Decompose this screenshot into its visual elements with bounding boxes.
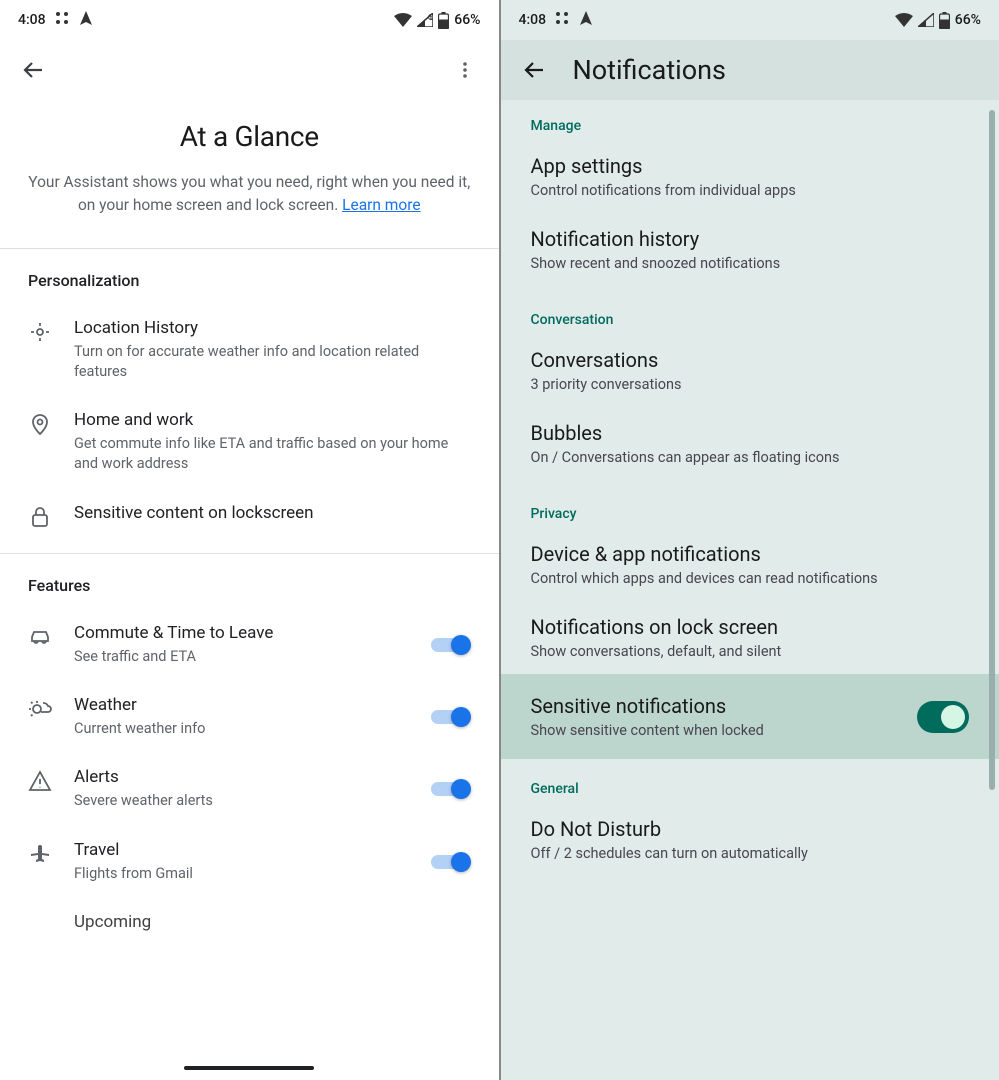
row-sub: Show sensitive content when locked (531, 722, 918, 739)
section-title-features: Features (0, 576, 499, 609)
warning-icon (28, 769, 52, 793)
row-title: Sensitive notifications (531, 694, 918, 718)
row-title: Upcoming (74, 912, 471, 932)
personalization-section: Personalization Location History Turn on… (0, 248, 499, 554)
navigation-icon (78, 10, 94, 30)
category-conversation: Conversation (501, 286, 999, 334)
row-home-and-work[interactable]: Home and work Get commute info like ETA … (0, 396, 499, 489)
back-button[interactable] (14, 50, 54, 90)
sensitive-toggle[interactable] (917, 701, 969, 733)
upcoming-icon (28, 914, 52, 938)
row-title: App settings (531, 154, 970, 178)
row-location-history[interactable]: Location History Turn on for accurate we… (0, 304, 499, 397)
row-sensitive-notif[interactable]: Sensitive notifications Show sensitive c… (501, 674, 999, 759)
row-title: Sensitive content on lockscreen (74, 503, 471, 523)
weather-icon (28, 697, 52, 721)
row-title: Conversations (531, 348, 970, 372)
slack-icon (554, 10, 570, 30)
row-sub: Flights from Gmail (74, 864, 409, 884)
status-time: 4:08 (519, 12, 547, 28)
row-commute[interactable]: Commute & Time to Leave See traffic and … (0, 609, 499, 681)
learn-more-link[interactable]: Learn more (342, 196, 420, 214)
row-title: Travel (74, 840, 409, 860)
row-notification-history[interactable]: Notification history Show recent and sno… (501, 213, 999, 286)
screen-at-a-glance: 4:08 66% At a Glance Your Assistant show… (0, 0, 501, 1080)
category-privacy: Privacy (501, 480, 999, 528)
row-conversations[interactable]: Conversations 3 priority conversations (501, 334, 999, 407)
navigation-icon (578, 10, 594, 30)
row-device-app-notif[interactable]: Device & app notifications Control which… (501, 528, 999, 601)
row-sub: Control notifications from individual ap… (531, 182, 970, 199)
row-title: Device & app notifications (531, 542, 970, 566)
lock-icon (28, 505, 52, 529)
row-app-settings[interactable]: App settings Control notifications from … (501, 140, 999, 213)
row-sensitive-lockscreen[interactable]: Sensitive content on lockscreen (0, 489, 499, 553)
category-manage: Manage (501, 100, 999, 140)
nav-indicator (184, 1066, 314, 1070)
weather-toggle[interactable] (431, 705, 471, 729)
status-battery-pct: 66% (454, 12, 480, 28)
row-title: Notifications on lock screen (531, 615, 970, 639)
section-title-personalization: Personalization (0, 271, 499, 304)
row-sub: Current weather info (74, 719, 409, 739)
row-sub: See traffic and ETA (74, 647, 409, 667)
signal-icon (918, 13, 934, 27)
battery-icon (438, 12, 449, 29)
location-history-icon (28, 320, 52, 344)
commute-toggle[interactable] (431, 633, 471, 657)
row-title: Do Not Disturb (531, 817, 970, 841)
wifi-icon (394, 13, 412, 27)
row-bubbles[interactable]: Bubbles On / Conversations can appear as… (501, 407, 999, 480)
row-sub: Off / 2 schedules can turn on automatica… (531, 845, 970, 862)
page-title: Notifications (573, 54, 726, 86)
category-general: General (501, 759, 999, 803)
row-sub: Get commute info like ETA and traffic ba… (74, 434, 471, 475)
row-sub: Turn on for accurate weather info and lo… (74, 342, 471, 383)
status-bar: 4:08 66% (501, 0, 999, 40)
battery-icon (939, 12, 950, 29)
signal-icon (417, 13, 433, 27)
row-title: Notification history (531, 227, 970, 251)
row-travel[interactable]: Travel Flights from Gmail (0, 826, 499, 898)
row-upcoming[interactable]: Upcoming (0, 898, 499, 952)
page-subtitle: Your Assistant shows you what you need, … (28, 171, 471, 218)
row-title: Bubbles (531, 421, 970, 445)
alerts-toggle[interactable] (431, 777, 471, 801)
row-weather[interactable]: Weather Current weather info (0, 681, 499, 753)
row-title: Location History (74, 318, 471, 338)
plane-icon (28, 842, 52, 866)
row-sub: Control which apps and devices can read … (531, 570, 970, 587)
row-title: Commute & Time to Leave (74, 623, 409, 643)
row-title: Alerts (74, 767, 409, 787)
row-title: Weather (74, 695, 409, 715)
scrollbar[interactable] (989, 110, 995, 790)
app-bar: Notifications (501, 40, 999, 100)
travel-toggle[interactable] (431, 850, 471, 874)
row-sub: On / Conversations can appear as floatin… (531, 449, 970, 466)
car-icon (28, 625, 52, 649)
row-sub: Show conversations, default, and silent (531, 643, 970, 660)
row-sub: Show recent and snoozed notifications (531, 255, 970, 272)
back-button[interactable] (515, 50, 555, 90)
page-title: At a Glance (28, 120, 471, 153)
more-button[interactable] (445, 50, 485, 90)
row-sub: 3 priority conversations (531, 376, 970, 393)
app-bar (0, 40, 499, 100)
row-dnd[interactable]: Do Not Disturb Off / 2 schedules can tur… (501, 803, 999, 876)
pin-icon (28, 412, 52, 436)
status-time: 4:08 (18, 12, 46, 28)
wifi-icon (895, 13, 913, 27)
title-block: At a Glance Your Assistant shows you wha… (0, 100, 499, 248)
status-battery-pct: 66% (955, 12, 981, 28)
row-alerts[interactable]: Alerts Severe weather alerts (0, 753, 499, 825)
row-title: Home and work (74, 410, 471, 430)
row-lockscreen-notif[interactable]: Notifications on lock screen Show conver… (501, 601, 999, 674)
slack-icon (54, 10, 70, 30)
status-bar: 4:08 66% (0, 0, 499, 40)
row-sub: Severe weather alerts (74, 791, 409, 811)
screen-notifications: 4:08 66% Notifications Manage App settin… (501, 0, 999, 1080)
features-section: Features Commute & Time to Leave See tra… (0, 553, 499, 952)
